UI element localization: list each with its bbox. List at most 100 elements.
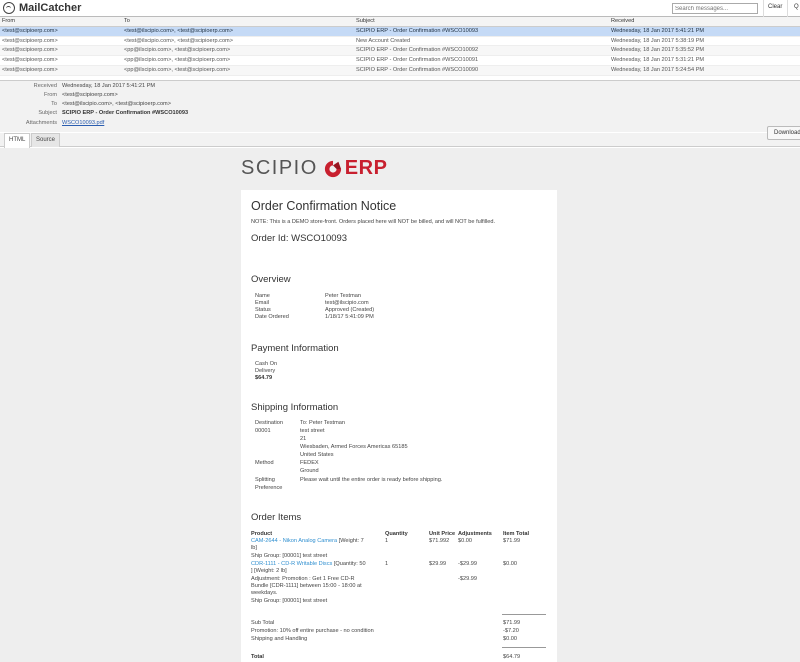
ship-address-line: test street (300, 428, 325, 434)
column-header-subject[interactable]: Subject (356, 17, 611, 26)
message-received: Wednesday, 18 Jan 2017 5:24:54 PM (611, 66, 705, 73)
item-total: $0.00 (503, 561, 517, 567)
clear-button[interactable]: Clear (768, 4, 782, 10)
message-received: Wednesday, 18 Jan 2017 5:31:21 PM (611, 57, 705, 64)
message-received: Wednesday, 18 Jan 2017 5:41:21 PM (611, 27, 705, 34)
column-header-received[interactable]: Received (611, 17, 800, 26)
totals-divider (502, 647, 546, 648)
item-quantity: 1 (385, 538, 389, 544)
message-received: Wednesday, 18 Jan 2017 5:35:52 PM (611, 47, 705, 54)
message-subject: SCIPIO ERP - Order Confirmation #WSCO100… (356, 27, 479, 34)
message-list-header: From To Subject Received (0, 17, 800, 27)
meta-received-value: Wednesday, 18 Jan 2017 5:41:21 PM (62, 83, 156, 89)
tab-html[interactable]: HTML (4, 133, 31, 148)
subtotal-value: $71.99 (503, 620, 521, 626)
message-row[interactable]: <test@scipioerp.com> <pp@ilscipio.com>, … (0, 56, 800, 66)
attachment-link[interactable]: WSCO10093.pdf (62, 119, 104, 127)
item-product-link[interactable]: CDR-1111 - CD-R Writable Discs (251, 561, 332, 567)
column-header-from[interactable]: From (0, 17, 123, 26)
item-total: $71.99 (503, 538, 521, 544)
item-product-detail: [Quantity: 50 (332, 561, 366, 567)
demo-note: NOTE: This is a DEMO store-front. Orders… (251, 219, 496, 225)
meta-subject-value: SCIPIO ERP - Order Confirmation #WSCO100… (62, 110, 189, 116)
item-product: CAM-2644 - Nikon Analog Camera [Weight: … (251, 538, 364, 545)
meta-label: From (43, 92, 57, 98)
item-product-detail: ] [Weight: 2 lb] (251, 568, 287, 574)
item-adjustment: -$29.99 (458, 576, 477, 582)
message-row[interactable]: <test@scipioerp.com> <pp@ilscipio.com>, … (0, 65, 800, 76)
meta-label: Subject (38, 110, 57, 116)
column-header-to[interactable]: To (123, 17, 356, 26)
shipping-value: $0.00 (503, 636, 517, 642)
meta-to-row: To <test@ilscipio.com>, <test@scipioerp.… (0, 100, 400, 108)
item-unit-price: $29.99 (429, 561, 447, 567)
message-subject: SCIPIO ERP - Order Confirmation #WSCO100… (356, 47, 479, 54)
items-header-quantity: Quantity (385, 531, 408, 537)
message-to: <test@ilscipio.com>, <test@scipioerp.com… (124, 27, 233, 34)
brand-scipio-text: SCIPIO (241, 157, 318, 179)
item-product-detail: [Weight: 7 (337, 538, 364, 544)
item-quantity: 1 (385, 561, 389, 567)
message-subject: SCIPIO ERP - Order Confirmation #WSCO100… (356, 57, 479, 64)
message-list: From To Subject Received <test@scipioerp… (0, 17, 800, 76)
message-received: Wednesday, 18 Jan 2017 5:38:19 PM (611, 37, 705, 44)
scipio-mark-icon (324, 160, 341, 177)
item-product-link[interactable]: CAM-2644 - Nikon Analog Camera (251, 538, 337, 544)
payment-amount: $64.79 (255, 375, 273, 381)
quit-button[interactable]: Q (794, 4, 799, 10)
brand-erp-text: ERP (344, 157, 388, 179)
email-brand: SCIPIO ERP (241, 157, 387, 180)
meta-label: Received (33, 83, 57, 89)
meta-attachments-row: Attachments WSCO10093.pdf (0, 119, 400, 127)
ship-address-line: Wiesbaden, Armed Forces Americas 65185 (300, 444, 408, 450)
item-adjustment: $0.00 (458, 538, 472, 544)
mailcatcher-logo-icon (3, 2, 15, 14)
item-adjustment: -$29.99 (458, 561, 477, 567)
message-from: <test@scipioerp.com> (2, 47, 58, 54)
total-label: Total (251, 654, 264, 660)
meta-label: To (51, 101, 57, 107)
overview-value: 1/18/17 5:41:09 PM (325, 314, 374, 320)
message-to: <test@ilscipio.com>, <test@scipioerp.com… (124, 37, 233, 44)
item-adjustment-text: weekdays. (251, 590, 278, 596)
meta-to-value: <test@ilscipio.com>, <test@scipioerp.com… (62, 101, 171, 107)
view-tabs: HTML Source Download (0, 126, 800, 148)
overview-label: Date Ordered (255, 314, 289, 320)
message-subject: SCIPIO ERP - Order Confirmation #WSCO100… (356, 66, 479, 73)
message-subject: New Account Created (356, 37, 411, 44)
download-button[interactable]: Download (767, 126, 800, 140)
app-logo: MailCatcher (3, 2, 81, 14)
ship-splitting-label: Preference (255, 485, 283, 491)
meta-from-row: From <test@scipioerp.com> (0, 91, 400, 99)
app-header: MailCatcher Clear Q (0, 0, 800, 17)
search-input[interactable] (672, 3, 758, 14)
total-value: $64.79 (503, 654, 521, 660)
promotion-label: Promotion: 10% off entire purchase - no … (251, 628, 374, 634)
message-to: <pp@ilscipio.com>, <test@scipioerp.com> (124, 47, 231, 54)
message-row[interactable]: <test@scipioerp.com> <test@ilscipio.com>… (0, 37, 800, 47)
message-from: <test@scipioerp.com> (2, 27, 58, 34)
message-to: <pp@ilscipio.com>, <test@scipioerp.com> (124, 57, 231, 64)
ship-method-value: FEDEX (300, 460, 319, 466)
item-ship-group: Ship Group: [00001] test street (251, 553, 328, 559)
shipping-heading: Shipping Information (251, 402, 339, 413)
message-to: <pp@ilscipio.com>, <test@scipioerp.com> (124, 66, 231, 73)
header-divider (787, 0, 788, 17)
email-title: Order Confirmation Notice (251, 199, 397, 213)
message-row[interactable]: <test@scipioerp.com> <pp@ilscipio.com>, … (0, 46, 800, 57)
shipping-label: Shipping and Handling (251, 636, 308, 642)
ship-splitting-label: Splitting (255, 477, 275, 483)
email-card: Order Confirmation Notice NOTE: This is … (241, 190, 557, 662)
item-unit-price: $71.992 (429, 538, 450, 544)
ship-address-line: 21 (300, 436, 307, 442)
ship-splitting-value: Please wait until the entire order is re… (300, 477, 443, 483)
subtotal-label: Sub Total (251, 620, 275, 626)
tab-source[interactable]: Source (31, 133, 61, 147)
item-ship-group: Ship Group: [00001] test street (251, 598, 328, 604)
payment-heading: Payment Information (251, 343, 339, 354)
item-product-detail: lb] (251, 545, 257, 551)
header-divider (763, 0, 764, 17)
message-row[interactable]: <test@scipioerp.com> <test@ilscipio.com>… (0, 26, 800, 37)
order-items-heading: Order Items (251, 512, 302, 523)
message-from: <test@scipioerp.com> (2, 57, 58, 64)
